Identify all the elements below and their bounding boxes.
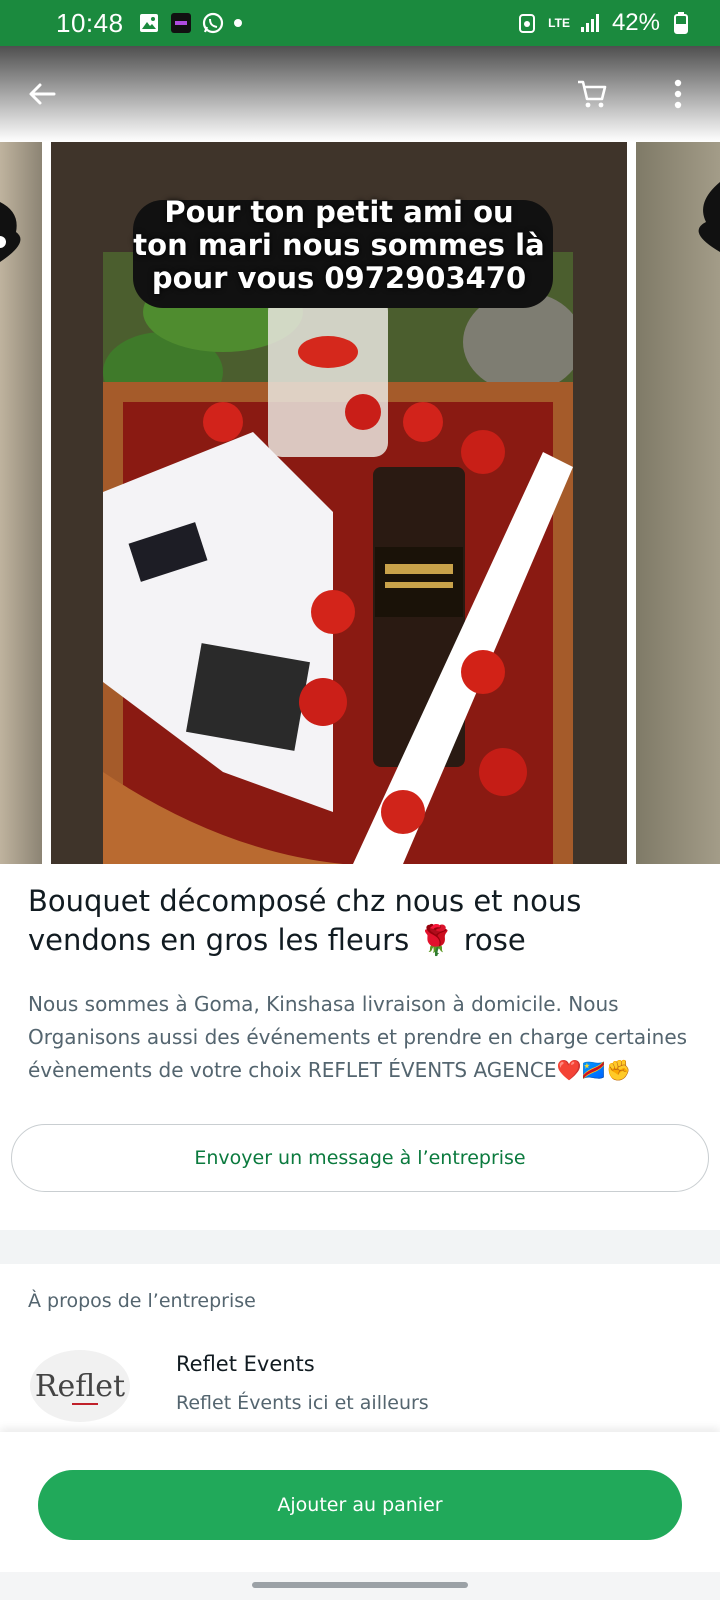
status-bar: 10:48 LTE 42% [0, 0, 720, 46]
more-notifications-dot [233, 19, 242, 27]
overlay-line: pour vous 0972903470 [151, 261, 527, 295]
image-overlay-text: Pour ton petit ami ou ton mari nous somm… [51, 196, 627, 295]
business-logo: Reflet [28, 1344, 132, 1426]
cart-icon [578, 80, 607, 108]
battery-percent: 42% [611, 9, 660, 36]
product-description: Nous sommes à Goma, Kinshasa livraison à… [28, 992, 688, 1082]
previous-image-peek[interactable] [0, 142, 42, 864]
bottom-action-bar: Ajouter au panier [0, 1432, 720, 1600]
back-button[interactable] [20, 72, 64, 116]
business-name: Reflet Events [176, 1352, 315, 1376]
business-logo-text: Reflet [35, 1369, 125, 1404]
app-bar [0, 46, 720, 142]
product-title: Bouquet décomposé chz nous et nous vendo… [28, 884, 582, 957]
app-notification-icon [170, 12, 192, 34]
next-image-peek[interactable] [636, 142, 720, 864]
product-image-carousel[interactable]: Pour ton petit ami ou ton mari nous somm… [0, 46, 720, 864]
message-business-button[interactable]: Envoyer un message à l’entreprise [11, 1124, 709, 1192]
more-options-button[interactable] [656, 72, 700, 116]
product-image[interactable]: Pour ton petit ami ou ton mari nous somm… [51, 142, 627, 864]
navigation-bar [0, 1572, 720, 1600]
network-type: LTE [548, 15, 570, 30]
photo-content [103, 252, 573, 864]
about-business-label: À propos de l’entreprise [28, 1290, 256, 1312]
notification-icons [138, 12, 242, 34]
data-saver-icon [516, 12, 538, 34]
add-to-cart-button[interactable]: Ajouter au panier [38, 1470, 682, 1540]
signal-icon [580, 12, 602, 34]
status-time: 10:48 [56, 7, 124, 38]
overlay-line: Pour ton petit ami ou [164, 195, 514, 229]
cart-button[interactable] [570, 72, 614, 116]
gallery-icon [138, 12, 160, 34]
section-divider [0, 1230, 720, 1264]
more-vertical-icon [674, 79, 682, 109]
arrow-left-icon [29, 83, 56, 105]
business-profile-row[interactable]: Reflet Reflet Events Reflet Évents ici e… [0, 1344, 720, 1424]
overlay-line: ton mari nous sommes là [133, 228, 545, 262]
whatsapp-icon [202, 12, 224, 34]
business-tagline: Reflet Évents ici et ailleurs [176, 1392, 429, 1414]
battery-icon [670, 12, 692, 34]
system-icons: LTE 42% [516, 9, 692, 37]
home-gesture-handle[interactable] [252, 1582, 468, 1588]
